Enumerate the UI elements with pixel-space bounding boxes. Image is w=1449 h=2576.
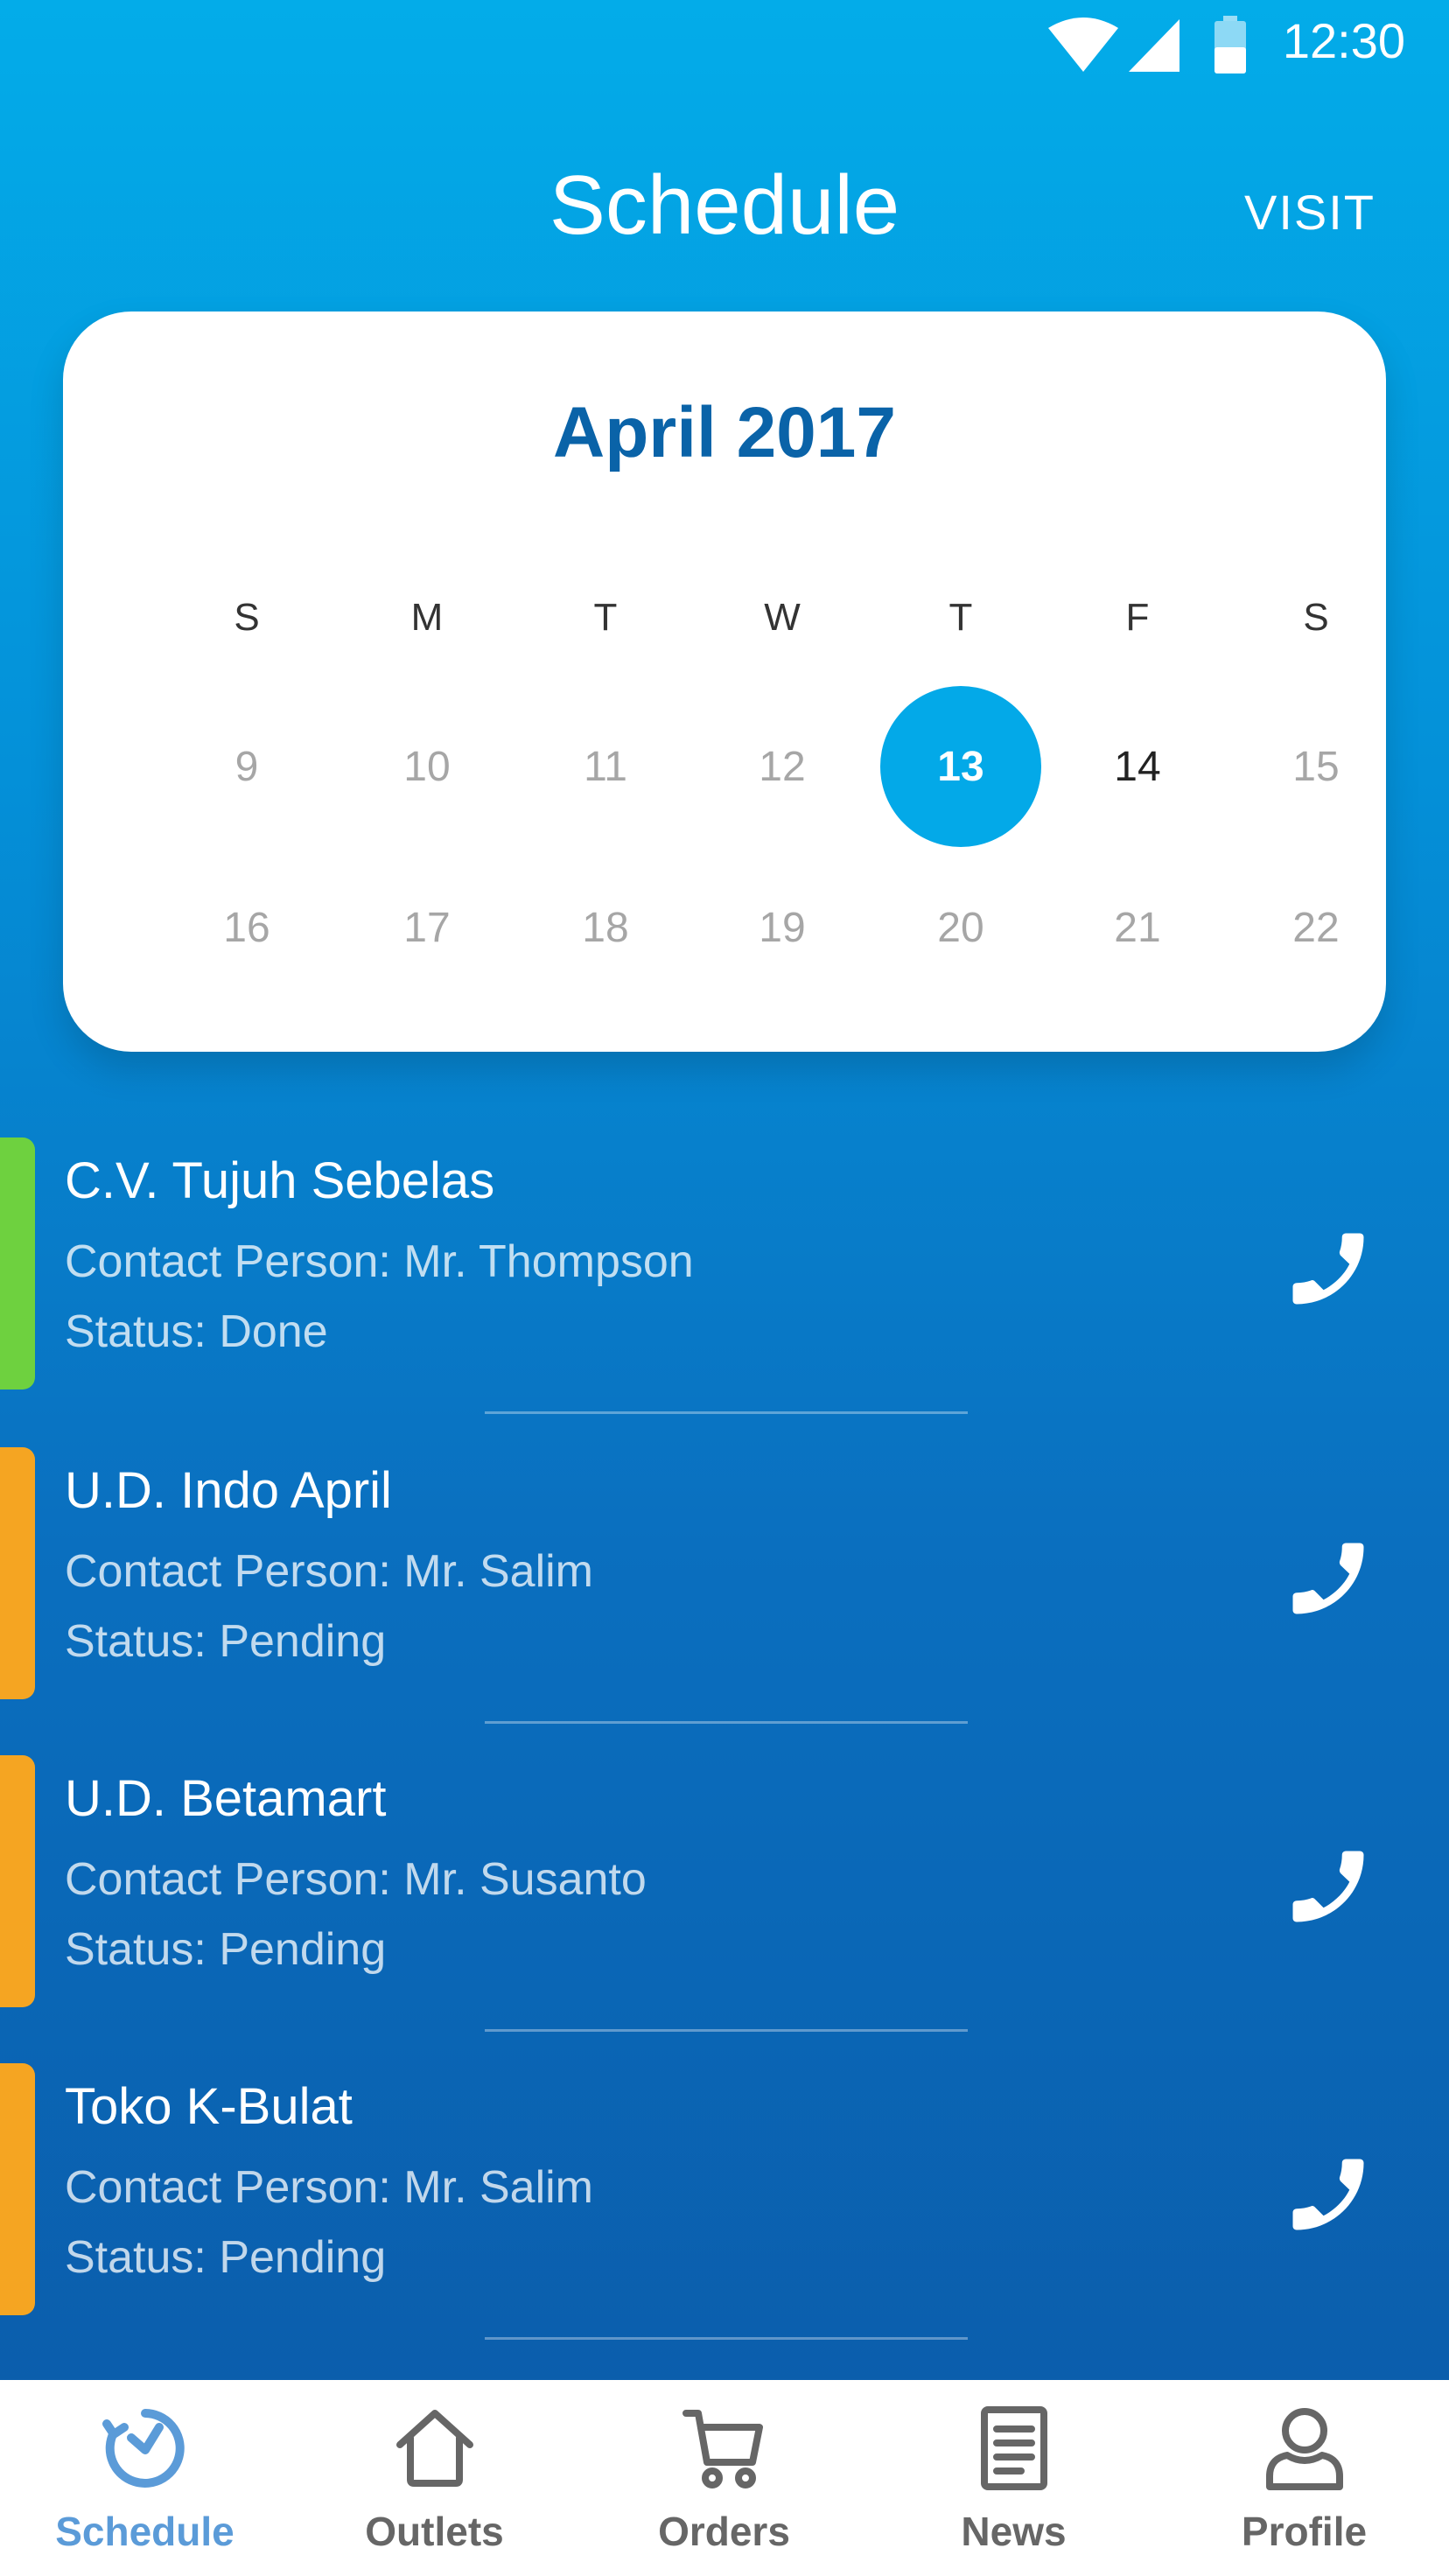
status-bar: 12:30: [0, 0, 1449, 84]
visit-contact-person: Contact Person: Mr. Susanto: [65, 1854, 647, 1905]
calendar-day[interactable]: 19: [702, 847, 863, 1008]
wifi-icon: [1048, 18, 1118, 72]
weekday-label: F: [1125, 596, 1150, 639]
clock-icon: [102, 2409, 185, 2488]
calendar-day[interactable]: 20: [880, 847, 1041, 1008]
calendar-day[interactable]: 21: [1057, 847, 1218, 1008]
nav-item-profile[interactable]: Profile: [1159, 2380, 1449, 2576]
battery-icon: [1214, 16, 1246, 74]
list-divider: [485, 2337, 968, 2340]
visit-list-item[interactable]: C.V. Tujuh Sebelas Contact Person: Mr. T…: [0, 1138, 1449, 1391]
list-divider: [485, 2029, 968, 2032]
home-icon: [396, 2410, 473, 2487]
calendar-day[interactable]: 17: [346, 847, 508, 1008]
visit-outlet-name: Toko K-Bulat: [65, 2078, 353, 2135]
phone-icon[interactable]: [1281, 1222, 1376, 1316]
phone-icon[interactable]: [1281, 1531, 1376, 1626]
visit-contact-person: Contact Person: Mr. Salim: [65, 2162, 593, 2213]
visit-button[interactable]: VISIT: [1244, 184, 1376, 241]
calendar-day[interactable]: 18: [525, 847, 686, 1008]
list-divider: [485, 1411, 968, 1414]
visit-list-item[interactable]: U.D. Indo April Contact Person: Mr. Sali…: [0, 1447, 1449, 1701]
bottom-navigation: Schedule Outlets Orders News Profile: [0, 2380, 1449, 2576]
calendar-day[interactable]: 16: [166, 847, 327, 1008]
nav-item-orders[interactable]: Orders: [579, 2380, 869, 2576]
phone-icon[interactable]: [1281, 2147, 1376, 2242]
app-header: Schedule VISIT: [0, 131, 1449, 271]
calendar-day[interactable]: 9: [166, 686, 327, 847]
weekday-label: S: [234, 596, 260, 639]
visit-list-item[interactable]: U.D. Betamart Contact Person: Mr. Susant…: [0, 1755, 1449, 2009]
document-icon: [980, 2406, 1047, 2490]
page-title: Schedule: [549, 158, 900, 252]
calendar-day-selected[interactable]: 13: [880, 686, 1041, 847]
visit-outlet-name: U.D. Indo April: [65, 1462, 392, 1519]
weekday-label: S: [1303, 596, 1329, 639]
visit-contact-person: Contact Person: Mr. Thompson: [65, 1236, 694, 1287]
weekday-header-row: S M T W T F S: [63, 574, 1386, 662]
nav-label-orders: Orders: [658, 2509, 790, 2554]
calendar-week-row: 9 10 11 12 13 14 15: [63, 686, 1386, 847]
visit-status-indicator: [0, 2063, 35, 2315]
visit-status-indicator: [0, 1755, 35, 2007]
calendar-day[interactable]: 14: [1057, 686, 1218, 847]
calendar-week-row: 16 17 18 19 20 21 22: [63, 847, 1386, 951]
weekday-label: T: [948, 596, 973, 639]
phone-icon[interactable]: [1281, 1839, 1376, 1934]
nav-label-schedule: Schedule: [55, 2509, 234, 2554]
visit-status: Status: Pending: [65, 1616, 387, 1667]
calendar-day[interactable]: 10: [346, 686, 508, 847]
visit-status: Status: Pending: [65, 1924, 387, 1975]
visit-status: Status: Pending: [65, 2232, 387, 2283]
visit-list-item[interactable]: Toko K-Bulat Contact Person: Mr. Salim S…: [0, 2063, 1449, 2317]
nav-item-schedule[interactable]: Schedule: [0, 2380, 290, 2576]
nav-label-news: News: [961, 2509, 1067, 2554]
visit-status-indicator: [0, 1447, 35, 1699]
calendar-day[interactable]: 22: [1236, 847, 1396, 1008]
weekday-label: W: [764, 596, 801, 639]
calendar-day[interactable]: 12: [702, 686, 863, 847]
nav-label-profile: Profile: [1241, 2509, 1368, 2554]
visit-contact-person: Contact Person: Mr. Salim: [65, 1546, 593, 1597]
calendar-day[interactable]: 11: [525, 686, 686, 847]
list-divider: [485, 1721, 968, 1724]
nav-item-outlets[interactable]: Outlets: [290, 2380, 579, 2576]
visit-outlet-name: C.V. Tujuh Sebelas: [65, 1152, 495, 1209]
nav-item-news[interactable]: News: [869, 2380, 1158, 2576]
cart-icon: [682, 2410, 763, 2488]
person-icon: [1265, 2408, 1343, 2490]
status-time: 12:30: [1282, 13, 1405, 68]
visit-status-indicator: [0, 1138, 35, 1390]
calendar-card: April 2017 S M T W T F S 9 10 11 12 13 1…: [63, 312, 1386, 1052]
visit-outlet-name: U.D. Betamart: [65, 1770, 387, 1827]
weekday-label: T: [593, 596, 618, 639]
cell-signal-icon: [1129, 19, 1180, 72]
visit-status: Status: Done: [65, 1306, 328, 1357]
nav-label-outlets: Outlets: [365, 2509, 504, 2554]
weekday-label: M: [410, 596, 444, 639]
calendar-day[interactable]: 15: [1236, 686, 1396, 847]
calendar-month-label: April 2017: [553, 393, 896, 472]
